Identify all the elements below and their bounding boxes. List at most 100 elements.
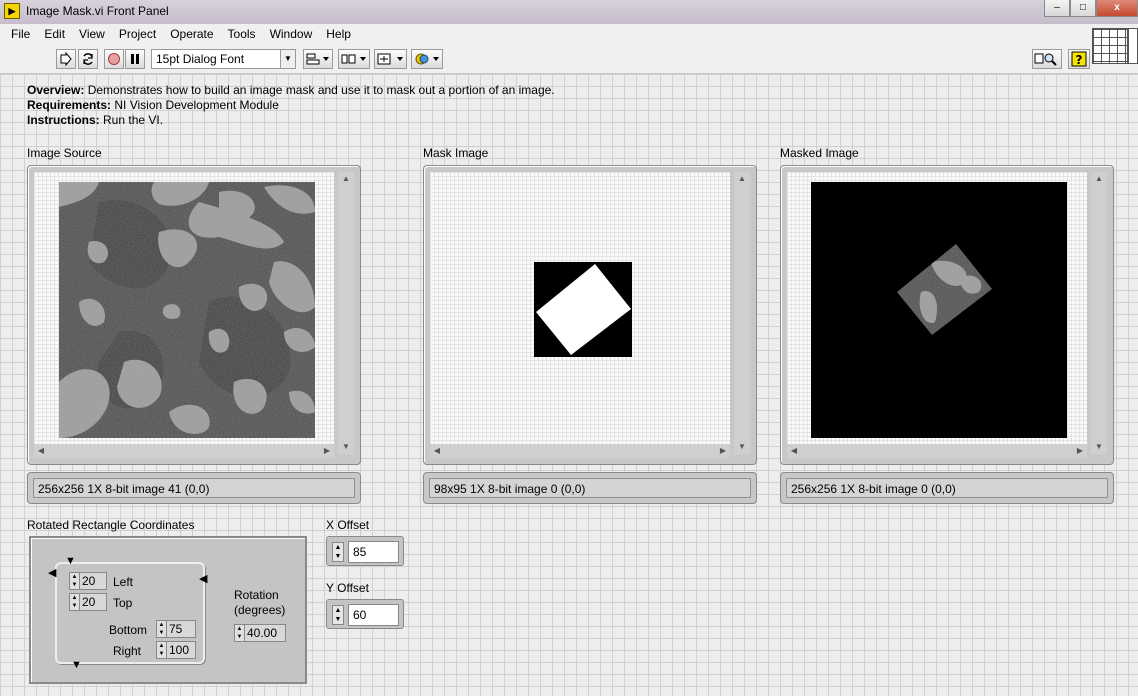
requirements-value: NI Vision Development Module [111, 98, 279, 112]
scroll-down-icon[interactable]: ▼ [338, 440, 354, 454]
menu-edit[interactable]: Edit [37, 27, 72, 41]
run-continuously-icon[interactable] [78, 49, 98, 69]
menu-project[interactable]: Project [112, 27, 163, 41]
maximize-button[interactable]: □ [1070, 0, 1096, 17]
masked-image-info: 256x256 1X 8-bit image 0 (0,0) [786, 478, 1108, 498]
rotated-rect-label: Rotated Rectangle Coordinates [27, 518, 195, 532]
font-select-value: 15pt Dialog Font [156, 52, 245, 66]
scroll-left-icon[interactable]: ◀ [430, 444, 444, 458]
mask-image-hscroll[interactable]: ◀ ▶ [430, 444, 730, 458]
close-button[interactable]: x [1096, 0, 1138, 17]
spin-arrows-icon[interactable]: ▲ ▼ [69, 572, 80, 590]
image-source-status: 256x256 1X 8-bit image 41 (0,0) [27, 472, 361, 504]
spin-arrows-icon[interactable]: ▲ ▼ [234, 624, 245, 642]
bottom-label: Bottom [109, 623, 148, 637]
rotation-numeric[interactable]: ▲ ▼ 40.00 [234, 624, 286, 642]
spin-arrows-icon[interactable]: ▲ ▼ [156, 641, 167, 659]
scroll-up-icon[interactable]: ▲ [338, 172, 354, 186]
scroll-right-icon[interactable]: ▶ [1073, 444, 1087, 458]
masked-image [811, 182, 1067, 438]
top-numeric[interactable]: ▲ ▼ 20 [69, 593, 107, 611]
connector-pane-icon[interactable] [1092, 28, 1128, 64]
top-value[interactable]: 20 [80, 593, 107, 611]
pause-icon[interactable] [125, 49, 145, 69]
mask-image-info: 98x95 1X 8-bit image 0 (0,0) [429, 478, 751, 498]
mask-image-vscroll[interactable]: ▲ ▼ [734, 172, 750, 454]
right-label: Right [113, 644, 142, 658]
menu-operate[interactable]: Operate [163, 27, 220, 41]
masked-image-hscroll[interactable]: ◀ ▶ [787, 444, 1087, 458]
menu-view[interactable]: View [72, 27, 112, 41]
image-source-vscroll[interactable]: ▲ ▼ [338, 172, 354, 454]
rotation-label-1: Rotation [234, 588, 279, 602]
align-objects-icon[interactable] [303, 49, 333, 69]
scroll-left-icon[interactable]: ◀ [34, 444, 48, 458]
masked-image-label: Masked Image [780, 146, 859, 160]
x-offset-value[interactable]: 85 [348, 541, 399, 563]
menu-window[interactable]: Window [263, 27, 320, 41]
bottom-marker-icon: ▼ [71, 659, 82, 671]
masked-image-canvas [787, 172, 1087, 454]
search-icon[interactable] [1032, 49, 1062, 69]
spin-arrows-icon[interactable]: ▲ ▼ [332, 542, 344, 562]
vi-icon-pane[interactable] [1128, 28, 1138, 64]
spin-arrows-icon[interactable]: ▲ ▼ [332, 605, 344, 625]
top-label: Top [113, 596, 133, 610]
masked-image-display[interactable]: ▲ ▼ ◀ ▶ [780, 165, 1114, 465]
front-panel: Overview: Demonstrates how to build an i… [0, 74, 1138, 696]
vi-icon: ▶ [4, 3, 20, 19]
scroll-right-icon[interactable]: ▶ [716, 444, 730, 458]
reorder-icon[interactable] [411, 49, 443, 69]
instructions-line: Instructions: Run the VI. [27, 113, 555, 128]
bottom-numeric[interactable]: ▲ ▼ 75 [156, 620, 196, 638]
bottom-value[interactable]: 75 [167, 620, 196, 638]
spin-arrows-icon[interactable]: ▲ ▼ [156, 620, 167, 638]
font-select[interactable]: 15pt Dialog Font ▼ [151, 49, 296, 69]
right-numeric[interactable]: ▲ ▼ 100 [156, 641, 196, 659]
scroll-down-icon[interactable]: ▼ [1091, 440, 1107, 454]
left-label: Left [113, 575, 134, 589]
top-marker-icon: ▼ [65, 555, 76, 567]
window-title: Image Mask.vi Front Panel [26, 4, 169, 18]
overview-line: Overview: Demonstrates how to build an i… [27, 83, 555, 98]
y-offset-label: Y Offset [326, 581, 369, 595]
x-offset-control[interactable]: ▲ ▼ 85 [326, 536, 404, 566]
requirements-label: Requirements: [27, 98, 112, 112]
mask-image-display[interactable]: ▲ ▼ ◀ ▶ [423, 165, 757, 465]
image-source-canvas [34, 172, 334, 454]
masked-image-vscroll[interactable]: ▲ ▼ [1091, 172, 1107, 454]
abort-icon[interactable] [104, 49, 124, 69]
image-source-hscroll[interactable]: ◀ ▶ [34, 444, 334, 458]
resize-objects-icon[interactable] [374, 49, 407, 69]
menu-bar: File Edit View Project Operate Tools Win… [0, 24, 1138, 44]
image-source-info: 256x256 1X 8-bit image 41 (0,0) [33, 478, 355, 498]
image-source-display[interactable]: ▲ ▼ ◀ ▶ [27, 165, 361, 465]
y-offset-value[interactable]: 60 [348, 604, 399, 626]
menu-help[interactable]: Help [319, 27, 358, 41]
menu-tools[interactable]: Tools [221, 27, 263, 41]
source-texture-image [59, 182, 315, 438]
scroll-left-icon[interactable]: ◀ [787, 444, 801, 458]
rotation-value[interactable]: 40.00 [245, 624, 286, 642]
scroll-up-icon[interactable]: ▲ [734, 172, 750, 186]
title-bar: ▶ Image Mask.vi Front Panel – □ x [0, 0, 1138, 24]
scroll-down-icon[interactable]: ▼ [734, 440, 750, 454]
scroll-right-icon[interactable]: ▶ [320, 444, 334, 458]
x-offset-label: X Offset [326, 518, 370, 532]
mask-image [534, 262, 632, 357]
overview-label: Overview: [27, 83, 85, 97]
help-icon[interactable]: ? [1068, 49, 1090, 69]
left-value[interactable]: 20 [80, 572, 107, 590]
rotated-rect-cluster: ▼ ◀ ◀ ▼ ▲ ▼ 20 Left ▲ ▼ 20 Top Bottom ▲ ▼ 7… [29, 536, 307, 684]
right-marker-icon: ◀ [199, 573, 208, 585]
menu-file[interactable]: File [4, 27, 37, 41]
spin-arrows-icon[interactable]: ▲ ▼ [69, 593, 80, 611]
minimize-button[interactable]: – [1044, 0, 1070, 17]
overview-value: Demonstrates how to build an image mask … [84, 83, 555, 97]
right-value[interactable]: 100 [167, 641, 196, 659]
left-numeric[interactable]: ▲ ▼ 20 [69, 572, 107, 590]
scroll-up-icon[interactable]: ▲ [1091, 172, 1107, 186]
run-arrow-icon[interactable] [56, 49, 76, 69]
y-offset-control[interactable]: ▲ ▼ 60 [326, 599, 404, 629]
distribute-objects-icon[interactable] [338, 49, 370, 69]
